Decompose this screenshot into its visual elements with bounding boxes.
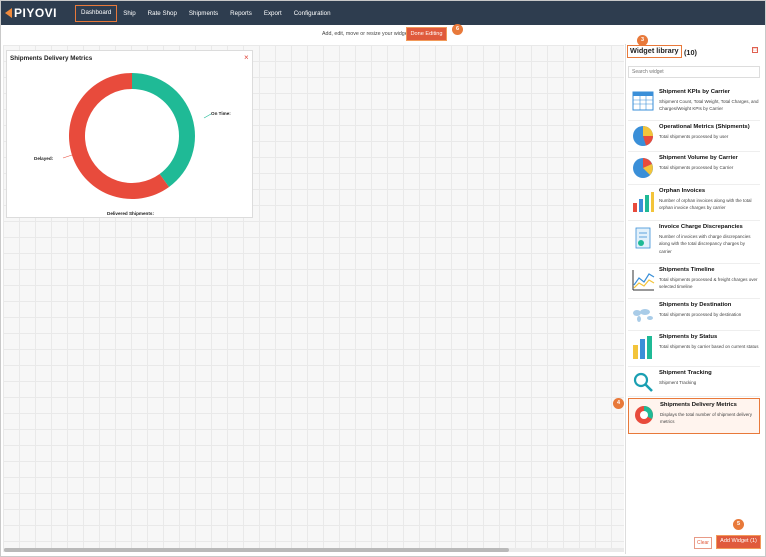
step-marker-selected: 4 (613, 398, 624, 409)
widget-library-count: (10) (684, 48, 697, 57)
horizontal-scrollbar-thumb[interactable] (4, 548, 509, 552)
on-time-label: On Time: (211, 111, 231, 116)
nav-item-reports[interactable]: Reports (224, 5, 258, 22)
clear-button[interactable]: Clear (694, 537, 712, 549)
nav-item-ship[interactable]: Ship (117, 5, 141, 22)
nav-item-shipments[interactable]: Shipments (183, 5, 224, 22)
library-item-description: Total shipments processed by user (659, 134, 729, 139)
library-item-title: Invoice Charge Discrepancies (659, 224, 743, 230)
collapse-panel-icon[interactable]: □ (752, 47, 758, 53)
donut-segment-on-time (132, 73, 196, 187)
library-item-description: Total shipments processed by Carrier (659, 165, 734, 170)
library-item-description: Total shipments by carrier based on curr… (659, 344, 759, 349)
library-item-title: Operational Metrics (Shipments) (659, 124, 750, 130)
done-editing-button[interactable]: Done Editing (406, 27, 447, 41)
widget-search-input[interactable] (628, 66, 760, 78)
step-marker-add: 5 (733, 519, 744, 530)
delivery-donut-chart (62, 73, 212, 199)
nav-item-export[interactable]: Export (258, 5, 288, 22)
library-item-title: Shipments Delivery Metrics (660, 402, 737, 408)
widget-library-title: Widget library (627, 45, 682, 58)
delivery-metrics-widget[interactable]: Shipments Delivery Metrics × On Time: De… (6, 50, 253, 218)
nav-item-rate-shop[interactable]: Rate Shop (142, 5, 183, 22)
bar-chart-icon (633, 336, 652, 359)
library-item-title: Shipment Volume by Carrier (659, 155, 738, 161)
library-item-description: Shipment Tracking (659, 380, 697, 385)
library-item-title: Shipment KPIs by Carrier (659, 89, 731, 95)
delivered-shipments-label: Delivered Shipments: (107, 211, 154, 216)
line-chart-icon (632, 270, 655, 291)
library-item-description: Total shipments processed by destination (659, 312, 742, 317)
library-item-orphan-invoices[interactable]: Orphan Invoices Number of orphan invoice… (628, 185, 760, 221)
step-marker-done: 6 (452, 24, 463, 35)
library-item-invoice-discrepancies[interactable]: Invoice Charge Discrepancies Number of i… (628, 221, 760, 264)
library-item-description: Total shipments processed & freight char… (659, 277, 758, 290)
library-item-description: Number of orphan invoices along with the… (659, 198, 752, 211)
bar-chart-icon (633, 192, 654, 212)
logo-text: PIYOVI (14, 6, 58, 20)
library-item-title: Shipments by Status (659, 334, 718, 340)
library-item-volume-by-carrier[interactable]: Shipment Volume by Carrier Total shipmen… (628, 152, 760, 185)
library-item-description: Shipment Count, Total Weight, Total Char… (659, 99, 759, 112)
library-item-operational-metrics[interactable]: Operational Metrics (Shipments) Total sh… (628, 121, 760, 152)
library-item-shipments-by-status[interactable]: Shipments by Status Total shipments by c… (628, 331, 760, 367)
document-icon (635, 227, 651, 249)
library-item-title: Shipments Timeline (659, 267, 715, 273)
library-item-shipments-timeline[interactable]: Shipments Timeline Total shipments proce… (628, 264, 760, 299)
library-item-shipments-by-destination[interactable]: Shipments by Destination Total shipments… (628, 299, 760, 331)
library-item-description: Displays the total number of shipment de… (660, 412, 753, 425)
pie-chart-icon (633, 126, 653, 146)
nav-item-configuration[interactable]: Configuration (288, 5, 337, 22)
app-logo[interactable]: PIYOVI (5, 5, 57, 21)
top-navbar: PIYOVI Dashboard Ship Rate Shop Shipment… (1, 1, 765, 25)
library-item-kpis-by-carrier[interactable]: Shipment KPIs by Carrier Shipment Count,… (628, 86, 760, 121)
library-item-title: Shipment Tracking (659, 370, 712, 376)
on-time-leader-line (203, 113, 212, 119)
world-map-icon (633, 309, 653, 322)
main-nav: Dashboard Ship Rate Shop Shipments Repor… (75, 5, 337, 22)
library-item-title: Shipments by Destination (659, 302, 732, 308)
add-widget-button[interactable]: Add Widget (1) (716, 535, 761, 549)
pie-chart-icon (633, 158, 653, 178)
library-item-title: Orphan Invoices (659, 188, 706, 194)
edit-instructions: Add, edit, move or resize your widgets (322, 31, 412, 37)
nav-item-dashboard[interactable]: Dashboard (75, 5, 118, 22)
delayed-leader-line (62, 154, 73, 159)
library-item-shipment-tracking[interactable]: Shipment Tracking Shipment Tracking (628, 367, 760, 397)
delayed-label: Delayed: (34, 156, 54, 161)
library-item-delivery-metrics-selected[interactable]: Shipments Delivery Metrics Displays the … (628, 398, 760, 434)
kpi-table-icon (632, 91, 654, 111)
logo-arrow-icon (5, 8, 12, 18)
magnifier-icon (633, 372, 653, 392)
library-item-description: Number of invoices with charge discrepan… (659, 234, 751, 254)
donut-chart-icon (635, 406, 653, 424)
